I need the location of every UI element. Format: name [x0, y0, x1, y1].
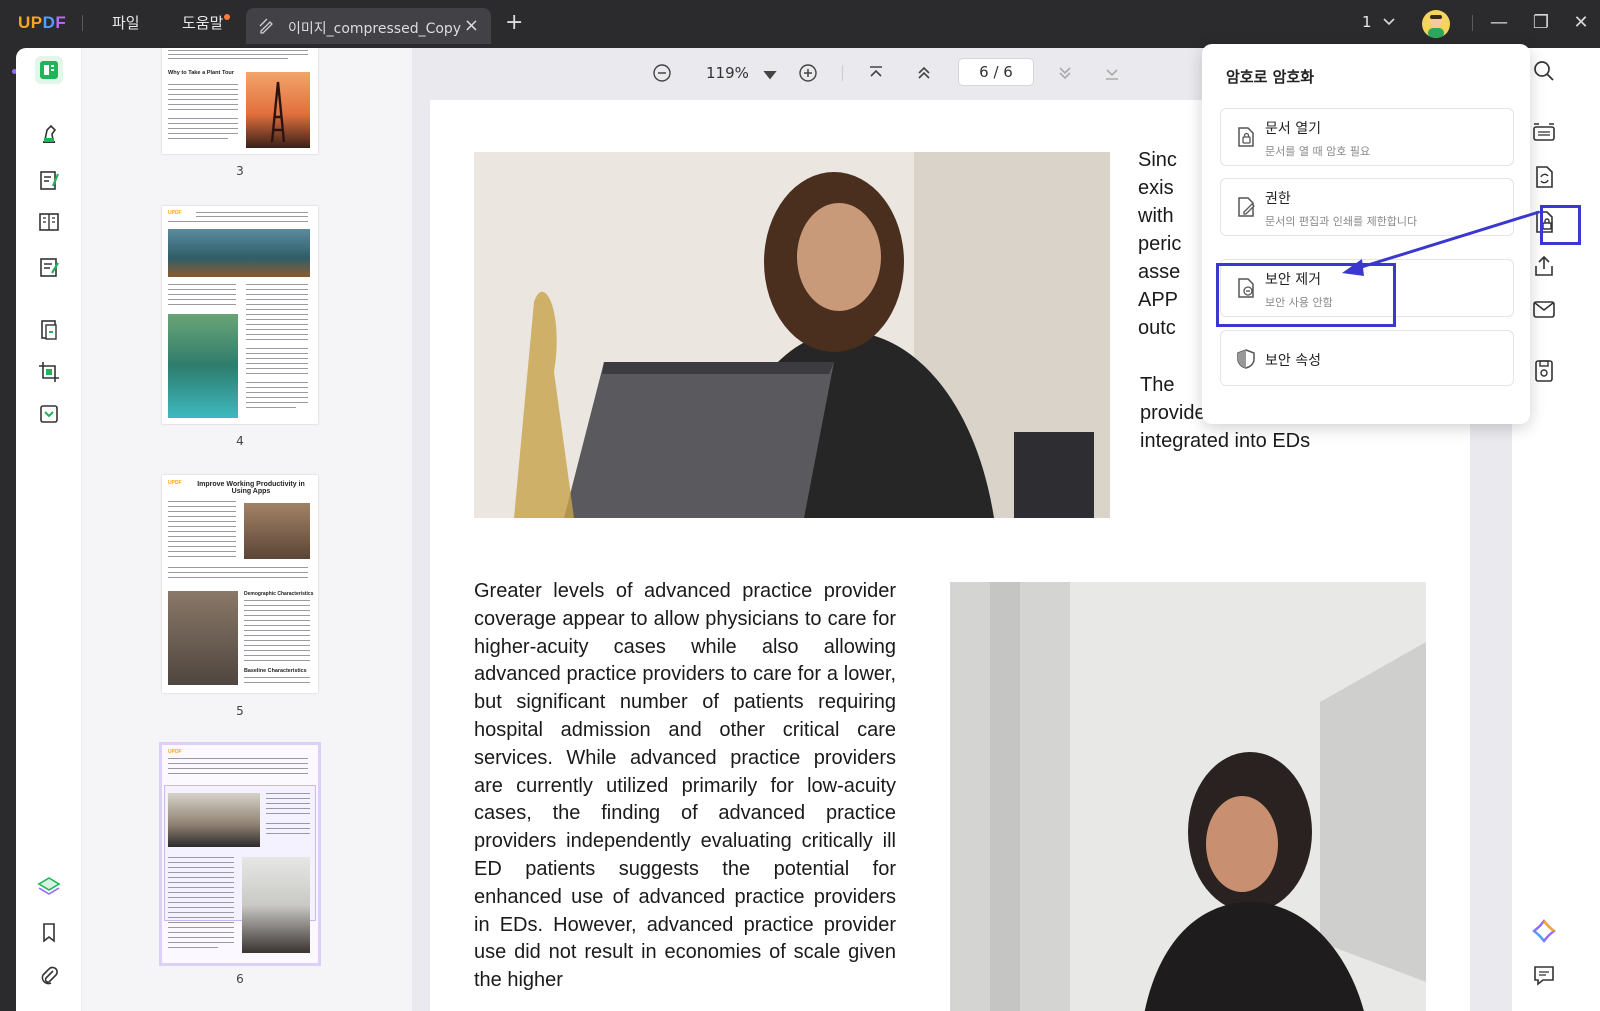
encrypt-popup: 암호로 암호화 문서 열기 문서를 열 때 암호 필요 권한 문서의 편집과 인…: [1202, 44, 1530, 424]
minimize-button[interactable]: —: [1488, 12, 1510, 34]
page-count-dropdown[interactable]: 1: [1362, 13, 1396, 31]
convert-file-icon[interactable]: [1531, 164, 1557, 190]
thumbnail-heading: Why to Take a Plant Tour: [168, 70, 234, 76]
woman-at-desk-image: [242, 857, 310, 953]
notification-dot: [224, 14, 231, 20]
ocr-icon[interactable]: [1531, 120, 1557, 146]
text-line: exis: [1138, 177, 1174, 199]
option-description: 문서를 열 때 암호 필요: [1265, 145, 1371, 158]
text-line: APP: [1138, 289, 1179, 311]
zoom-level[interactable]: 119%: [706, 64, 749, 82]
avatar-face-icon: [1428, 15, 1444, 38]
form-edit-icon[interactable]: [35, 253, 63, 281]
user-avatar[interactable]: [1422, 10, 1450, 38]
page-layout-icon[interactable]: [35, 208, 63, 236]
thumbnail-page-5[interactable]: UPDF Improve Working Productivity in Usi…: [162, 475, 318, 693]
thumbnail-number: 5: [236, 704, 244, 718]
thumbnail-number: 4: [236, 434, 244, 448]
thumbnail-page-3[interactable]: Why to Take a Plant Tour: [162, 48, 318, 154]
chevron-down-icon: [1383, 18, 1395, 26]
left-toolbar: [16, 48, 82, 1011]
previous-page-icon[interactable]: [914, 63, 934, 83]
updf-logo: UPDF: [18, 13, 67, 32]
laughing-woman-laptop-photo: [474, 152, 1110, 518]
edit-document-icon: [1238, 197, 1255, 217]
zoom-dropdown-icon[interactable]: [760, 66, 780, 86]
tab-close-button[interactable]: ×: [464, 15, 479, 36]
menu-help[interactable]: 도움말: [182, 12, 231, 33]
title-bar: UPDF 파일 도움말 이미지_compressed_Copy × + 1 — …: [0, 0, 1600, 48]
comment-icon[interactable]: [1531, 962, 1557, 988]
zoom-in-icon[interactable]: [798, 63, 818, 83]
search-icon[interactable]: [1531, 58, 1557, 84]
attachment-icon[interactable]: [35, 962, 63, 990]
menu-file[interactable]: 파일: [112, 12, 140, 33]
page-number-input[interactable]: 6 / 6: [958, 58, 1034, 86]
laptop-workers-image: [168, 591, 238, 685]
email-icon[interactable]: [1531, 296, 1557, 322]
menu-file-label: 파일: [112, 14, 140, 32]
woman-desk-photo: [950, 582, 1426, 1011]
thumbnail-number: 3: [236, 164, 244, 178]
remove-security-highlight: [1216, 263, 1396, 327]
thumbnail-heading: Improve Working Productivity in Using Ap…: [197, 481, 305, 495]
organize-pages-icon[interactable]: [35, 316, 63, 344]
jungle-river-image: [168, 314, 238, 418]
laughing-woman-image: [168, 793, 260, 847]
option-label: 권한: [1265, 191, 1291, 207]
reader-mode-icon[interactable]: [35, 56, 63, 84]
text-line: with: [1138, 205, 1174, 227]
ai-assistant-icon[interactable]: [1531, 918, 1557, 944]
thumbnail-page-6[interactable]: UPDF: [159, 742, 321, 966]
option-label: 문서 열기: [1265, 121, 1321, 137]
first-page-icon[interactable]: [866, 63, 886, 83]
save-icon[interactable]: [1531, 358, 1557, 384]
last-page-icon[interactable]: [1102, 63, 1122, 83]
thumbnail-panel: Why to Take a Plant Tour 3 UPDF 4 UPDF I…: [82, 48, 412, 1011]
popup-title: 암호로 암호화: [1226, 68, 1315, 86]
comment-highlighter-icon[interactable]: [35, 120, 63, 148]
shield-icon: [1237, 349, 1255, 369]
open-password-option[interactable]: 문서 열기 문서를 열 때 암호 필요: [1220, 108, 1514, 166]
thumbnail-page-4[interactable]: UPDF: [162, 206, 318, 424]
restore-button[interactable]: ❐: [1530, 12, 1552, 34]
body-paragraph: Greater levels of advanced practice prov…: [474, 580, 896, 992]
protect-icon-highlight: [1540, 205, 1581, 245]
text-line: asse: [1138, 261, 1181, 283]
thumbnail-subheading: Baseline Characteristics: [244, 668, 307, 674]
text-line: peric: [1138, 233, 1182, 255]
right-column-text-partial: Sinc exis with peric asse APP outc: [1138, 146, 1182, 342]
document-tab[interactable]: 이미지_compressed_Copy ×: [246, 8, 491, 44]
zoom-toolbar: 119% 6 / 6: [412, 48, 1182, 98]
new-tab-button[interactable]: +: [505, 10, 523, 35]
close-window-button[interactable]: ✕: [1570, 12, 1592, 34]
meeting-photo-image: [244, 503, 310, 559]
edit-pen-icon: [259, 18, 273, 34]
text-line: Sinc: [1138, 149, 1177, 171]
crop-icon[interactable]: [35, 358, 63, 386]
zoom-out-icon[interactable]: [652, 63, 672, 83]
convert-icon[interactable]: [35, 400, 63, 428]
option-label: 보안 속성: [1265, 353, 1321, 369]
eiffel-tower-image: [246, 72, 310, 148]
edit-pdf-icon[interactable]: [35, 166, 63, 194]
toolbar-separator: [842, 65, 843, 81]
thumbnail-subheading: Demographic Characteristics: [244, 591, 314, 597]
share-icon[interactable]: [1531, 253, 1557, 279]
title-separator: [82, 15, 83, 31]
permissions-option[interactable]: 권한 문서의 편집과 인쇄를 제한합니다: [1220, 178, 1514, 236]
bookmark-icon[interactable]: [35, 918, 63, 946]
security-properties-option[interactable]: 보안 속성: [1220, 330, 1514, 386]
next-page-icon[interactable]: [1055, 63, 1075, 83]
title-separator: [1472, 15, 1473, 31]
page-count-value: 1: [1362, 13, 1372, 31]
option-description: 문서의 편집과 인쇄를 제한합니다: [1265, 215, 1418, 228]
thumbnail-number: 6: [236, 972, 244, 986]
menu-help-label: 도움말: [182, 14, 224, 32]
layers-icon[interactable]: [35, 873, 63, 901]
text-line: outc: [1138, 317, 1176, 339]
lock-document-icon: [1238, 127, 1254, 147]
boat-lake-image: [168, 229, 310, 277]
tab-title: 이미지_compressed_Copy: [288, 21, 462, 37]
